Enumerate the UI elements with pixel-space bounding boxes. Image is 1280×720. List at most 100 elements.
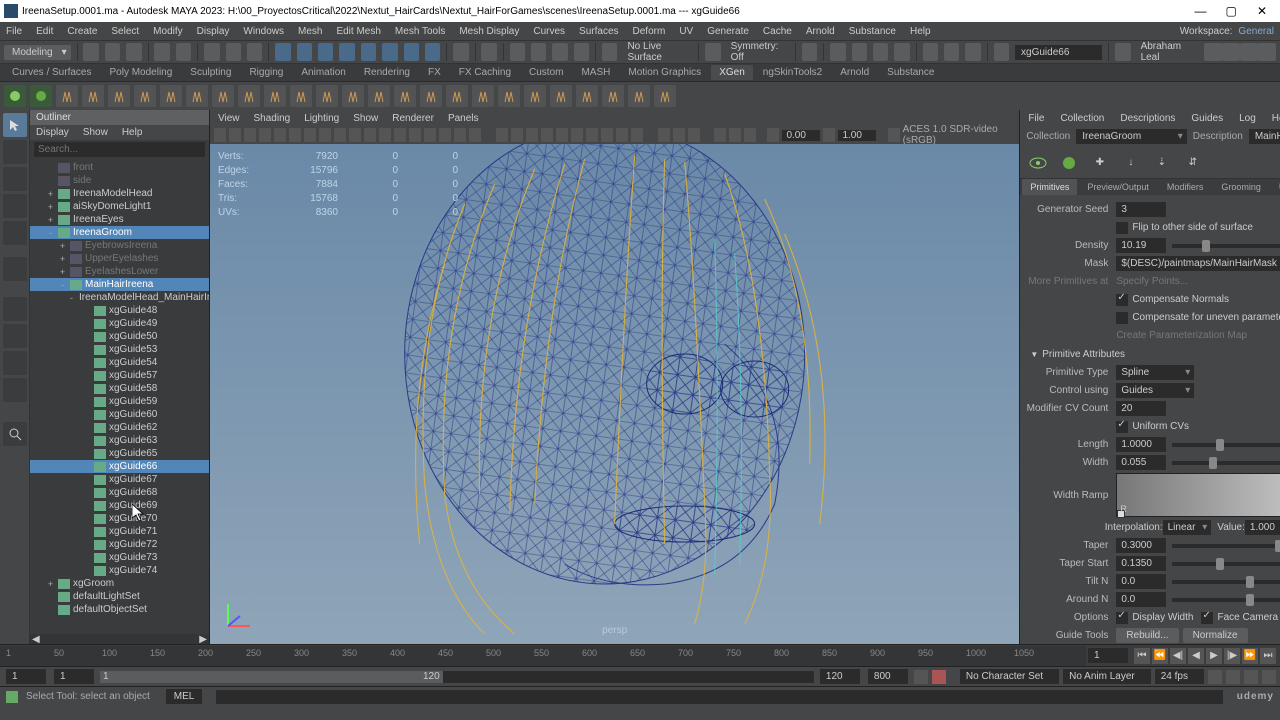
tab[interactable]: Motion Graphics: [620, 65, 709, 80]
value-field[interactable]: 1.000: [1245, 520, 1280, 535]
render-view-icon[interactable]: [574, 43, 589, 61]
xgen-tab[interactable]: Preview/Output: [1079, 179, 1157, 195]
outliner-item[interactable]: xgGuide67: [30, 473, 209, 486]
outliner-item[interactable]: +xgGroom: [30, 577, 209, 590]
vp-toggle-icon[interactable]: [229, 128, 241, 142]
range-track[interactable]: 1120: [100, 671, 814, 683]
vp-gate-icon[interactable]: [729, 128, 741, 142]
outliner-menu-item[interactable]: Show: [83, 127, 108, 138]
vp-film-icon[interactable]: [744, 128, 756, 142]
vp-display-icon[interactable]: [496, 128, 508, 142]
search-tool-icon[interactable]: [3, 422, 27, 446]
menu-item[interactable]: Edit: [36, 26, 53, 37]
tab[interactable]: XGen: [711, 65, 753, 80]
vp-toggle-icon[interactable]: [349, 128, 361, 142]
tab[interactable]: Rendering: [356, 65, 418, 80]
outliner-item[interactable]: xgGuide72: [30, 538, 209, 551]
xgen-menu-item[interactable]: Descriptions: [1120, 113, 1175, 124]
select-tool[interactable]: [3, 113, 27, 137]
tab[interactable]: Sculpting: [182, 65, 239, 80]
snap-plane-icon[interactable]: [339, 43, 354, 61]
density-slider[interactable]: [1172, 244, 1280, 248]
tab[interactable]: ngSkinTools2: [755, 65, 830, 80]
outliner-item[interactable]: defaultLightSet: [30, 590, 209, 603]
menu-item[interactable]: UV: [679, 26, 693, 37]
outliner-toggle-icon[interactable]: [3, 378, 27, 402]
range-start-field[interactable]: 1: [6, 669, 46, 684]
menu-item[interactable]: Display: [197, 26, 230, 37]
outliner-item[interactable]: xgGuide69: [30, 499, 209, 512]
xgen-brush-icon[interactable]: [82, 85, 104, 107]
vp-toggle-icon[interactable]: [379, 128, 391, 142]
playback-play-icon[interactable]: [944, 43, 959, 61]
outliner-item[interactable]: xgGuide63: [30, 434, 209, 447]
ucv-checkbox[interactable]: [1116, 421, 1128, 433]
xgen-menu-item[interactable]: File: [1028, 113, 1044, 124]
outliner-item[interactable]: -IreenaGroom: [30, 226, 209, 239]
outliner-item[interactable]: xgGuide70: [30, 512, 209, 525]
xgen-guide-a-icon[interactable]: [1212, 151, 1235, 175]
vp-menu-item[interactable]: Show: [353, 113, 378, 124]
xgen-refresh-icon[interactable]: [1057, 151, 1080, 175]
play-fwd-button[interactable]: ▶: [1206, 648, 1222, 664]
tstart-field[interactable]: 0.1350: [1116, 556, 1166, 571]
symmetry-icon[interactable]: [705, 43, 720, 61]
outliner-item[interactable]: xgGuide73: [30, 551, 209, 564]
xgen-brush-icon[interactable]: [316, 85, 338, 107]
outliner-item[interactable]: +EyelashesLower: [30, 265, 209, 278]
fps-dropdown[interactable]: 24 fps: [1155, 669, 1204, 684]
vp-cam-icon[interactable]: [714, 128, 726, 142]
vp-toggle-icon[interactable]: [454, 128, 466, 142]
xgen-menu-item[interactable]: Help: [1272, 113, 1280, 124]
outliner-item[interactable]: +aiSkyDomeLight1: [30, 200, 209, 213]
xgen-sphere-icon[interactable]: [30, 85, 52, 107]
close-button[interactable]: ✕: [1248, 4, 1276, 18]
account-name[interactable]: Abraham Leal: [1137, 41, 1198, 63]
snap-live-icon[interactable]: [382, 43, 397, 61]
prim-attrs-header[interactable]: Primitive Attributes: [1026, 347, 1280, 362]
outliner-item[interactable]: xgGuide60: [30, 408, 209, 421]
wid-slider[interactable]: [1172, 461, 1280, 465]
outliner-item[interactable]: +IreenaModelHead: [30, 187, 209, 200]
vp-toggle-icon[interactable]: [244, 128, 256, 142]
xgen-brush-icon[interactable]: [576, 85, 598, 107]
layout-3-icon[interactable]: [1240, 43, 1258, 61]
pref1-icon[interactable]: [1208, 670, 1222, 684]
last-tool[interactable]: [3, 257, 27, 281]
tab[interactable]: Custom: [521, 65, 571, 80]
menu-item[interactable]: Arnold: [806, 26, 835, 37]
compu-checkbox[interactable]: [1116, 312, 1128, 324]
lock-icon[interactable]: [453, 43, 468, 61]
density-field[interactable]: 10.19: [1116, 238, 1166, 253]
toggle-1-icon[interactable]: [802, 43, 817, 61]
vp-toggle-icon[interactable]: [364, 128, 376, 142]
menu-item[interactable]: Surfaces: [579, 26, 618, 37]
vp-toggle-icon[interactable]: [274, 128, 286, 142]
layout-4-icon[interactable]: [1258, 43, 1276, 61]
tilt-field[interactable]: 0.0: [1116, 574, 1166, 589]
ctrl-dropdown[interactable]: Guides: [1116, 383, 1194, 398]
xgen-brush-icon[interactable]: [108, 85, 130, 107]
pref2-icon[interactable]: [1226, 670, 1240, 684]
menu-item[interactable]: Create: [67, 26, 97, 37]
outliner-menu-item[interactable]: Display: [36, 127, 69, 138]
collection-dropdown[interactable]: IreenaGroom: [1076, 129, 1187, 144]
xgen-tab[interactable]: Modifiers: [1159, 179, 1212, 195]
outliner-item[interactable]: -IreenaModelHead_MainHairIreer: [30, 291, 209, 304]
xgen-brush-icon[interactable]: [654, 85, 676, 107]
vp-toggle-icon[interactable]: [304, 128, 316, 142]
outliner-item[interactable]: -MainHairIreena: [30, 278, 209, 291]
outliner-tree[interactable]: frontside+IreenaModelHead+aiSkyDomeLight…: [30, 159, 209, 634]
outliner-item[interactable]: xgGuide71: [30, 525, 209, 538]
move-tool[interactable]: [3, 167, 27, 191]
menu-item[interactable]: Windows: [243, 26, 284, 37]
selection-field[interactable]: xgGuide66: [1015, 45, 1102, 60]
range-end-field[interactable]: 800: [868, 669, 908, 684]
sel-name-icon[interactable]: [994, 43, 1009, 61]
vp-toggle-icon[interactable]: [259, 128, 271, 142]
vp-display-icon[interactable]: [586, 128, 598, 142]
outliner-item[interactable]: xgGuide66: [30, 460, 209, 473]
gen-seed-field[interactable]: 3: [1116, 202, 1166, 217]
xgen-move-guide-icon[interactable]: ↓: [1119, 151, 1142, 175]
tab[interactable]: Animation: [293, 65, 353, 80]
